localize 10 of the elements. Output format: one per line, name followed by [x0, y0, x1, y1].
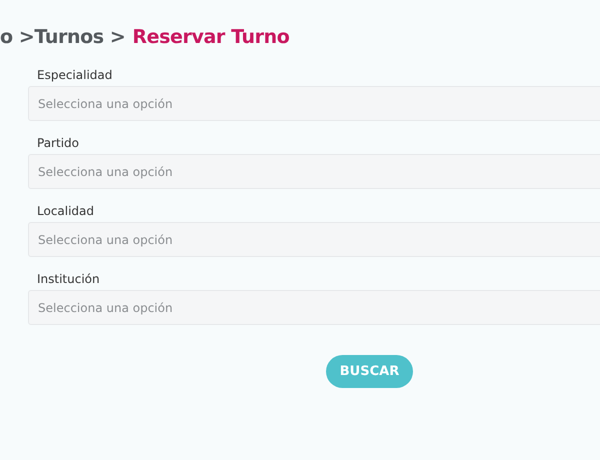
select-field[interactable]: Selecciona una opción	[28, 86, 600, 121]
field-label: Localidad	[36, 204, 96, 218]
select-field[interactable]: Selecciona una opción	[28, 290, 600, 325]
page-title: Reservar Turno	[132, 26, 290, 48]
select-field[interactable]: Selecciona una opción	[28, 222, 600, 257]
breadcrumb-link[interactable]: o >Turnos >	[0, 26, 126, 48]
field-label: Institución	[36, 272, 101, 286]
field-label: Partido	[36, 136, 80, 150]
select-field[interactable]: Selecciona una opción	[28, 154, 600, 189]
field-label: Especialidad	[36, 68, 114, 82]
